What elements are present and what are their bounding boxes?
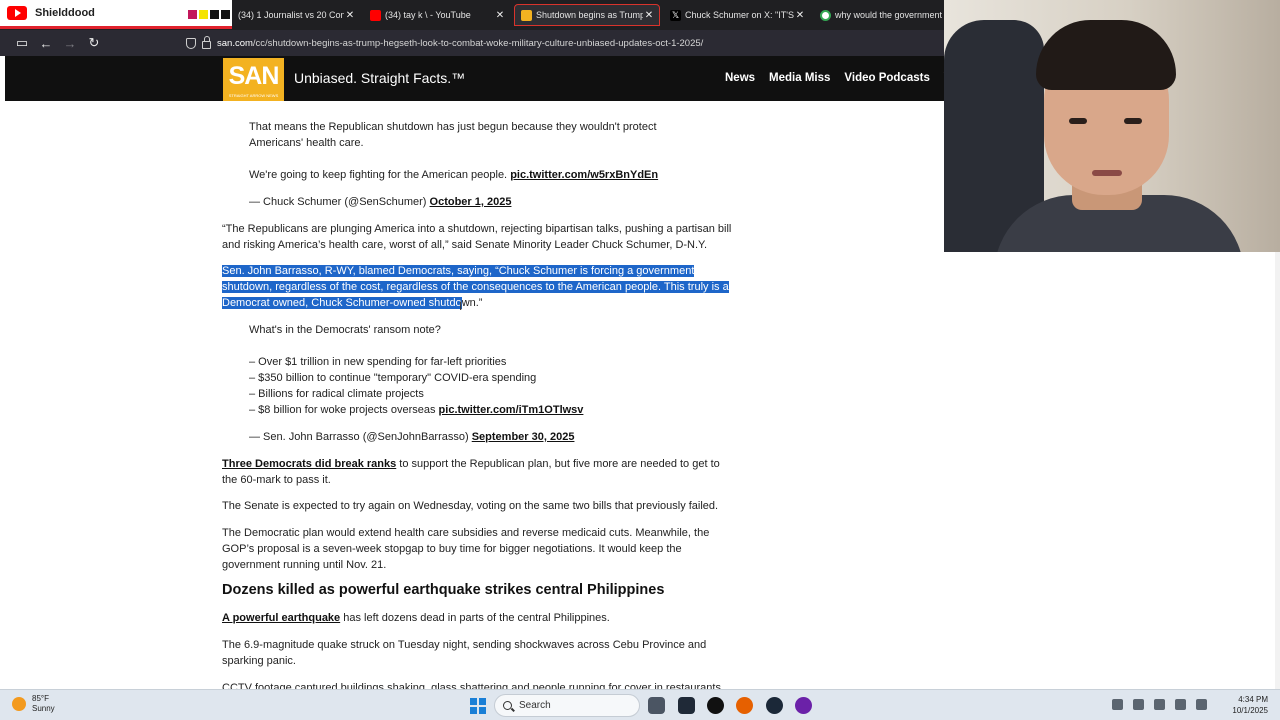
close-tab-icon[interactable]: ✕ <box>344 10 356 21</box>
list-item: – $8 billion for woke projects overseas … <box>249 404 584 416</box>
forward-button[interactable]: → <box>58 32 82 54</box>
chevron-up-icon[interactable] <box>1112 699 1123 710</box>
youtube-icon <box>7 6 27 20</box>
tab-label: (34) tay k \ - YouTube <box>385 10 471 20</box>
article-link[interactable]: Three Democrats did break ranks <box>222 458 396 470</box>
lock-icon[interactable] <box>202 35 211 49</box>
webcam-overlay <box>944 0 1280 252</box>
tweet-attribution: — Chuck Schumer (@SenSchumer) October 1,… <box>249 196 512 208</box>
taskbar-search[interactable]: Search <box>494 694 640 717</box>
taskbar: 85°F Sunny Search 4:34 PM 10/1/2025 <box>0 689 1280 720</box>
search-icon <box>503 701 512 710</box>
browser-tab[interactable]: (34) 1 Journalist vs 20 Conspira ✕ <box>232 4 360 26</box>
streamer-overlay-bar: Shielddood <box>0 0 232 29</box>
system-tray <box>1112 699 1207 710</box>
person-hair <box>1036 20 1176 90</box>
paragraph: “The Republicans are plunging America in… <box>222 223 732 251</box>
list-item: – Over $1 trillion in new spending for f… <box>249 356 507 368</box>
obs-icon[interactable] <box>707 697 724 714</box>
browser-tab[interactable]: why would the government fur <box>814 4 944 26</box>
tab-label: why would the government fur <box>835 10 944 20</box>
nav-video-podcasts[interactable]: Video Podcasts <box>844 72 929 84</box>
volume-icon[interactable] <box>1196 699 1207 710</box>
swatch-yellow <box>199 10 208 19</box>
sun-icon <box>12 697 26 711</box>
paragraph: CCTV footage captured buildings shaking,… <box>222 682 721 689</box>
site-nav: News Media Miss Video Podcasts W <box>725 72 955 84</box>
weather-widget[interactable]: 85°F Sunny <box>12 694 55 714</box>
tab-label: Chuck Schumer on X: "IT'S MID <box>685 10 794 20</box>
tracking-shield-icon[interactable] <box>186 37 196 49</box>
file-explorer-icon[interactable] <box>648 697 665 714</box>
site-header: SAN STRAIGHT ARROW NEWS Unbiased. Straig… <box>5 56 955 101</box>
list-item: – $350 billion to continue "temporary" C… <box>249 372 537 384</box>
x-icon: 𝕏 <box>670 9 681 21</box>
firefox-icon[interactable] <box>736 697 753 714</box>
browser-tab[interactable]: (34) tay k \ - YouTube ✕ <box>364 4 510 26</box>
tweet-image-link[interactable]: pic.twitter.com/w5rxBnYdEn <box>510 169 658 181</box>
tweet-date-link[interactable]: September 30, 2025 <box>472 431 575 443</box>
tweet-attribution: — Sen. John Barrasso (@SenJohnBarrasso) … <box>249 431 575 443</box>
weather-condition: Sunny <box>32 704 55 713</box>
wifi-icon[interactable] <box>1175 699 1186 710</box>
steam-icon[interactable] <box>766 697 783 714</box>
paragraph: The 6.9-magnitude quake struck on Tuesda… <box>222 639 707 667</box>
clock[interactable]: 4:34 PM 10/1/2025 <box>1226 694 1268 716</box>
site-tagline: Unbiased. Straight Facts.™ <box>294 70 466 86</box>
tweet-date-link[interactable]: October 1, 2025 <box>430 196 512 208</box>
google-icon <box>820 9 831 21</box>
paragraph: The Senate is expected to try again on W… <box>222 500 719 512</box>
weather-temp: 85°F <box>32 694 49 703</box>
microphone-icon[interactable] <box>1154 699 1165 710</box>
screen: Shielddood (34) 1 Journalist vs 20 Consp… <box>0 0 1280 720</box>
article-link[interactable]: A powerful earthquake <box>222 612 340 624</box>
reload-button[interactable]: ↻ <box>82 32 106 54</box>
browser-tab-active[interactable]: Shutdown begins as Trump, He ✕ <box>514 4 660 26</box>
paragraph-selected[interactable]: Sen. John Barrasso, R-WY, blamed Democra… <box>222 263 732 311</box>
tweet-image-link[interactable]: pic.twitter.com/iTm1OTlwsv <box>439 404 584 416</box>
youtube-icon <box>370 9 381 21</box>
windows-start-icon[interactable] <box>470 698 486 714</box>
nav-media-miss[interactable]: Media Miss <box>769 72 830 84</box>
streamer-name: Shielddood <box>35 7 95 19</box>
tab-label: Shutdown begins as Trump, He <box>536 10 643 20</box>
close-tab-icon[interactable]: ✕ <box>794 10 806 21</box>
swatch-black <box>210 10 219 19</box>
address-bar[interactable]: san.com/cc/shutdown-begins-as-trump-hegs… <box>186 33 703 53</box>
close-tab-icon[interactable]: ✕ <box>643 10 655 21</box>
tweet-text: That means the Republican shutdown has j… <box>249 121 657 149</box>
swatch-magenta <box>188 10 197 19</box>
browser-tab[interactable]: 𝕏 Chuck Schumer on X: "IT'S MID ✕ <box>664 4 810 26</box>
tab-label: (34) 1 Journalist vs 20 Conspira <box>238 10 344 20</box>
onedrive-icon[interactable] <box>1133 699 1144 710</box>
swatch-black <box>221 10 230 19</box>
color-swatches <box>188 10 230 19</box>
tweet-text: What's in the Democrats' ransom note? <box>249 324 441 336</box>
site-logo[interactable]: SAN STRAIGHT ARROW NEWS <box>223 58 284 101</box>
tweet-text: We're going to keep fighting for the Ame… <box>249 169 659 181</box>
app-icon[interactable] <box>795 697 812 714</box>
sidebar-toggle-icon[interactable]: ▭ <box>10 32 34 54</box>
san-icon <box>521 9 532 21</box>
terminal-icon[interactable] <box>678 697 695 714</box>
paragraph: Three Democrats did break ranks to suppo… <box>222 458 720 486</box>
text-cursor-icon: I <box>459 299 463 313</box>
close-tab-icon[interactable]: ✕ <box>494 10 506 21</box>
search-label: Search <box>519 700 551 711</box>
paragraph: A powerful earthquake has left dozens de… <box>222 612 610 624</box>
back-button[interactable]: ← <box>34 32 58 54</box>
url-text[interactable]: san.com/cc/shutdown-begins-as-trump-hegs… <box>217 38 703 49</box>
nav-news[interactable]: News <box>725 72 755 84</box>
list-item: – Billions for radical climate projects <box>249 388 424 400</box>
paragraph: The Democratic plan would extend health … <box>222 527 710 571</box>
section-heading: Dozens killed as powerful earthquake str… <box>222 582 665 598</box>
